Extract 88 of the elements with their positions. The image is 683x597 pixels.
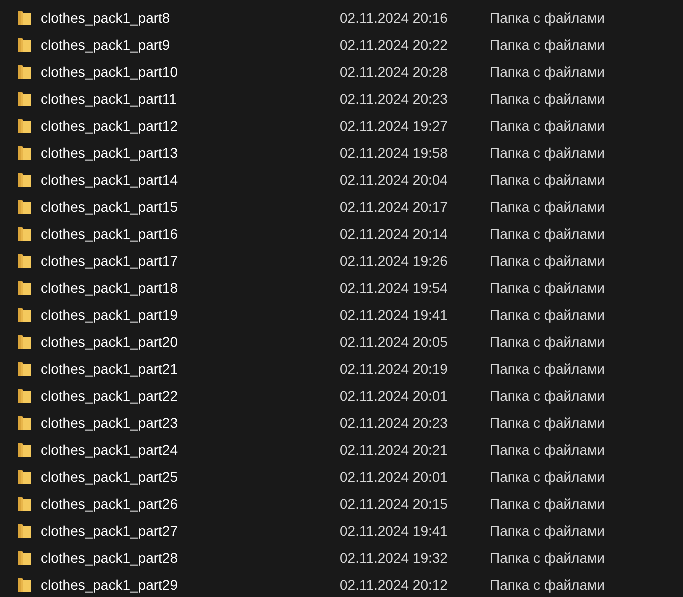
- file-type: Папка с файлами: [490, 172, 605, 188]
- file-type: Папка с файлами: [490, 550, 605, 566]
- file-name[interactable]: clothes_pack1_part20: [41, 334, 178, 350]
- file-name[interactable]: clothes_pack1_part29: [41, 576, 178, 592]
- file-type: Папка с файлами: [490, 226, 605, 242]
- modified-date: 02.11.2024 19:26: [340, 252, 448, 268]
- folder-icon: [18, 334, 31, 350]
- folder-icon: [18, 280, 31, 296]
- modified-date: 02.11.2024 20:28: [340, 64, 448, 80]
- file-name[interactable]: clothes_pack1_part13: [41, 144, 178, 160]
- file-name[interactable]: clothes_pack1_part18: [41, 280, 178, 296]
- folder-icon: [18, 414, 31, 430]
- folder-icon: [18, 90, 31, 106]
- file-type: Папка с файлами: [490, 252, 605, 268]
- folder-icon: [18, 10, 31, 26]
- modified-date: 02.11.2024 20:04: [340, 172, 448, 188]
- file-type: Папка с файлами: [490, 306, 605, 322]
- folder-icon: [18, 118, 31, 134]
- file-type: Папка с файлами: [490, 414, 605, 430]
- file-name[interactable]: clothes_pack1_part19: [41, 306, 178, 322]
- file-type: Папка с файлами: [490, 468, 605, 484]
- modified-date: 02.11.2024 20:17: [340, 198, 448, 214]
- file-name[interactable]: clothes_pack1_part24: [41, 442, 178, 458]
- modified-date: 02.11.2024 20:22: [340, 36, 448, 52]
- file-name[interactable]: clothes_pack1_part9: [41, 36, 170, 52]
- modified-date: 02.11.2024 19:58: [340, 144, 448, 160]
- file-name[interactable]: clothes_pack1_part15: [41, 198, 178, 214]
- file-type: Папка с файлами: [490, 522, 605, 538]
- modified-date: 02.11.2024 19:54: [340, 280, 448, 296]
- file-type: Папка с файлами: [490, 388, 605, 404]
- file-type: Папка с файлами: [490, 144, 605, 160]
- file-type: Папка с файлами: [490, 10, 605, 26]
- file-type: Папка с файлами: [490, 576, 605, 592]
- modified-date: 02.11.2024 20:05: [340, 334, 448, 350]
- folder-icon: [18, 172, 31, 188]
- modified-date: 02.11.2024 19:41: [340, 522, 448, 538]
- modified-date: 02.11.2024 20:12: [340, 576, 448, 592]
- file-name[interactable]: clothes_pack1_part28: [41, 550, 178, 566]
- folder-icon: [18, 36, 31, 52]
- file-name[interactable]: clothes_pack1_part14: [41, 172, 178, 188]
- modified-date: 02.11.2024 20:23: [340, 414, 448, 430]
- modified-date: 02.11.2024 20:16: [340, 10, 448, 26]
- modified-date: 02.11.2024 20:01: [340, 388, 448, 404]
- modified-date: 02.11.2024 20:19: [340, 360, 448, 376]
- file-type: Папка с файлами: [490, 360, 605, 376]
- folder-icon: [18, 306, 31, 322]
- file-name[interactable]: clothes_pack1_part26: [41, 496, 178, 512]
- folder-icon: [18, 360, 31, 376]
- folder-icon: [18, 468, 31, 484]
- folder-icon: [18, 576, 31, 592]
- file-name[interactable]: clothes_pack1_part12: [41, 118, 178, 134]
- modified-date: 02.11.2024 20:21: [340, 442, 448, 458]
- file-name[interactable]: clothes_pack1_part16: [41, 226, 178, 242]
- modified-date: 02.11.2024 20:14: [340, 226, 448, 242]
- modified-date: 02.11.2024 20:15: [340, 496, 448, 512]
- file-name[interactable]: clothes_pack1_part11: [41, 90, 177, 106]
- modified-date: 02.11.2024 20:01: [340, 468, 448, 484]
- file-type: Папка с файлами: [490, 64, 605, 80]
- file-type: Папка с файлами: [490, 90, 605, 106]
- file-type: Папка с файлами: [490, 118, 605, 134]
- modified-date: 02.11.2024 20:23: [340, 90, 448, 106]
- file-type: Папка с файлами: [490, 198, 605, 214]
- file-type: Папка с файлами: [490, 334, 605, 350]
- file-type: Папка с файлами: [490, 496, 605, 512]
- file-name[interactable]: clothes_pack1_part21: [41, 360, 178, 376]
- file-name[interactable]: clothes_pack1_part27: [41, 522, 178, 538]
- file-type: Папка с файлами: [490, 280, 605, 296]
- modified-date: 02.11.2024 19:27: [340, 118, 448, 134]
- folder-icon: [18, 64, 31, 80]
- folder-icon: [18, 252, 31, 268]
- folder-icon: [18, 226, 31, 242]
- modified-date: 02.11.2024 19:41: [340, 306, 448, 322]
- folder-icon: [18, 550, 31, 566]
- file-name[interactable]: clothes_pack1_part10: [41, 64, 178, 80]
- folder-icon: [18, 388, 31, 404]
- file-name[interactable]: clothes_pack1_part23: [41, 414, 178, 430]
- file-type: Папка с файлами: [490, 442, 605, 458]
- folder-icon: [18, 198, 31, 214]
- file-type: Папка с файлами: [490, 36, 605, 52]
- folder-icon: [18, 442, 31, 458]
- file-name[interactable]: clothes_pack1_part17: [41, 252, 178, 268]
- folder-icon: [18, 522, 31, 538]
- folder-icon: [18, 496, 31, 512]
- file-name[interactable]: clothes_pack1_part25: [41, 468, 178, 484]
- file-name[interactable]: clothes_pack1_part8: [41, 10, 170, 26]
- file-name[interactable]: clothes_pack1_part22: [41, 388, 178, 404]
- folder-icon: [18, 144, 31, 160]
- modified-date: 02.11.2024 19:32: [340, 550, 448, 566]
